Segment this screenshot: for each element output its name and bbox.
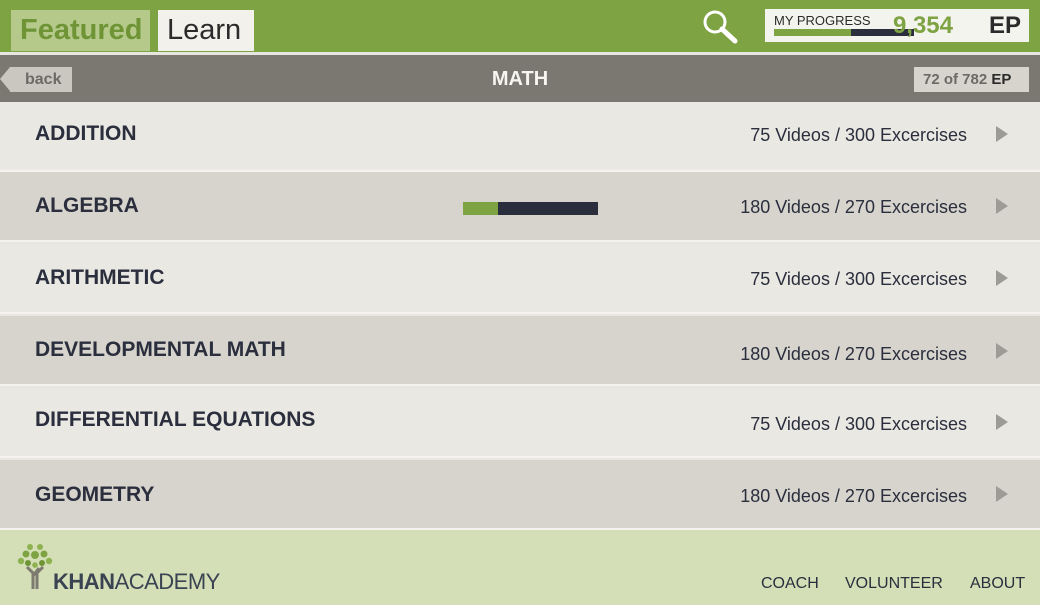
footer: KHANACADEMY COACH VOLUNTEER ABOUT	[0, 530, 1040, 605]
search-icon[interactable]	[700, 8, 740, 44]
back-button[interactable]: back	[0, 67, 72, 92]
my-progress-panel[interactable]: MY PROGRESS 9,354 EP	[765, 9, 1029, 42]
progress-label: MY PROGRESS	[774, 13, 871, 28]
play-arrow-icon	[996, 126, 1008, 142]
topic-row-developmental-math[interactable]: DEVELOPMENTAL MATH 180 Videos / 270 Exce…	[0, 316, 1040, 386]
topic-title: DEVELOPMENTAL MATH	[35, 338, 286, 361]
sub-header: MATH back 72 of 782 EP	[0, 55, 1040, 102]
topic-title: DIFFERENTIAL EQUATIONS	[35, 408, 316, 431]
topic-title: ADDITION	[35, 122, 137, 145]
topic-progress-bar	[463, 202, 598, 215]
topic-meta: 75 Videos / 300 Excercises	[750, 414, 967, 434]
footer-link-about[interactable]: ABOUT	[970, 575, 1025, 593]
play-arrow-icon	[996, 486, 1008, 502]
progress-value: 9,354	[892, 12, 953, 39]
play-arrow-icon	[996, 414, 1008, 430]
khan-academy-logo[interactable]: KHANACADEMY	[15, 543, 220, 595]
topic-progress-fill	[463, 202, 499, 215]
play-arrow-icon	[996, 270, 1008, 286]
tab-learn[interactable]: Learn	[158, 10, 254, 51]
topic-title: GEOMETRY	[35, 483, 155, 506]
topic-row-arithmetic[interactable]: ARITHMETIC 75 Videos / 300 Excercises	[0, 244, 1040, 314]
top-bar: Featured Learn MY PROGRESS 9,354 EP	[0, 0, 1040, 52]
topic-meta: 75 Videos / 300 Excercises	[750, 269, 967, 289]
logo-wordmark: KHANACADEMY	[53, 569, 220, 594]
progress-bar-fill	[774, 29, 851, 36]
topic-row-differential-equations[interactable]: DIFFERENTIAL EQUATIONS 75 Videos / 300 E…	[0, 388, 1040, 458]
play-arrow-icon	[996, 198, 1008, 214]
ep-count-badge: 72 of 782 EP	[914, 67, 1029, 92]
tree-icon	[17, 544, 53, 589]
tab-featured[interactable]: Featured	[11, 10, 150, 51]
topic-meta: 75 Videos / 300 Excercises	[750, 125, 967, 145]
ep-count-text: 72 of 782	[923, 71, 988, 88]
footer-link-coach[interactable]: COACH	[761, 575, 819, 593]
topic-row-algebra[interactable]: ALGEBRA 180 Videos / 270 Excercises	[0, 172, 1040, 242]
topic-meta: 180 Videos / 270 Excercises	[740, 197, 967, 217]
topic-row-addition[interactable]: ADDITION 75 Videos / 300 Excercises	[0, 102, 1040, 172]
play-arrow-icon	[996, 343, 1008, 359]
topic-title: ARITHMETIC	[35, 266, 165, 289]
topic-row-geometry[interactable]: GEOMETRY 180 Videos / 270 Excercises	[0, 460, 1040, 530]
page-title: MATH	[491, 68, 549, 90]
footer-link-volunteer[interactable]: VOLUNTEER	[845, 575, 943, 593]
topic-meta: 180 Videos / 270 Excercises	[740, 344, 967, 364]
topic-title: ALGEBRA	[35, 194, 139, 217]
topic-meta: 180 Videos / 270 Excercises	[740, 486, 967, 506]
ep-count-unit: EP	[991, 71, 1012, 88]
progress-unit: EP	[988, 12, 1021, 39]
